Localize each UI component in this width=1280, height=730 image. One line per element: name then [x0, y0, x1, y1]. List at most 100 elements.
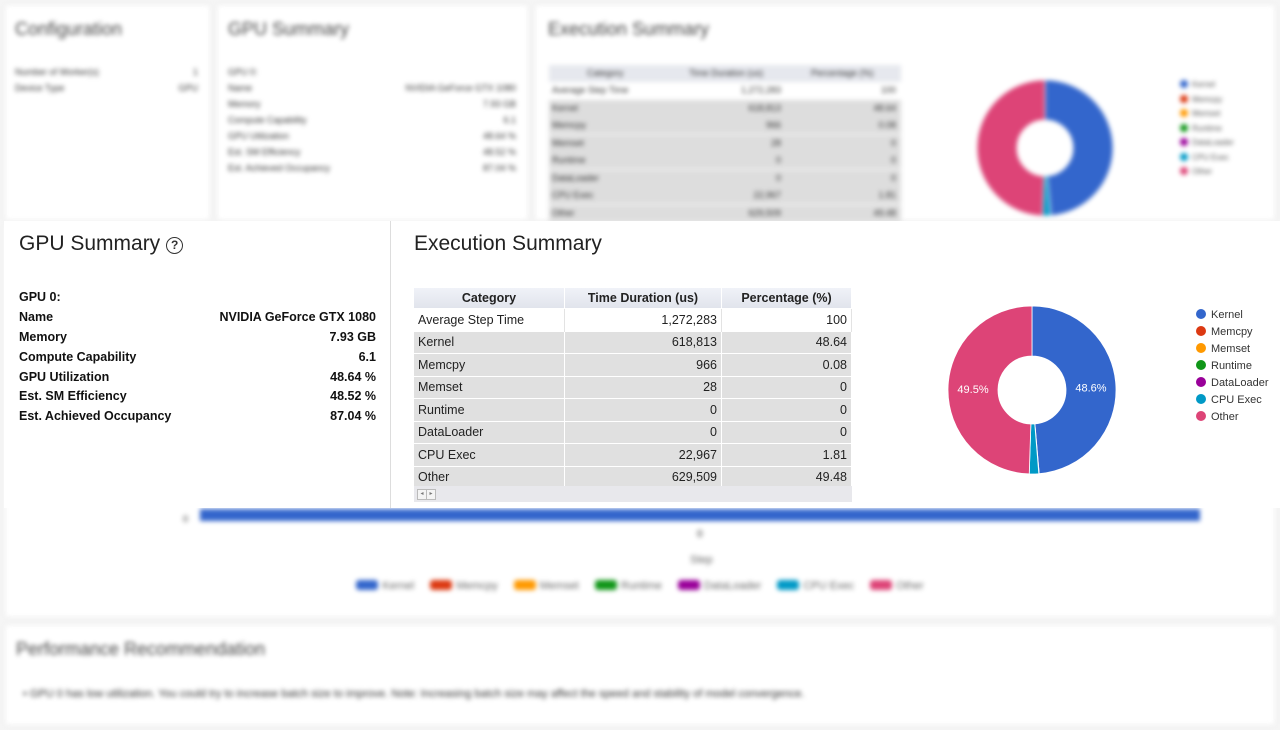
cell-percentage: 0	[721, 375, 852, 399]
cell-category: DataLoader	[414, 420, 565, 444]
bg-legend-label: DataLoader	[1192, 138, 1234, 147]
cell-percentage: 100	[721, 308, 852, 331]
bg-legend-item: Memcpy	[1180, 93, 1234, 108]
bg-legend-item: Memset	[1180, 107, 1234, 122]
legend-item-cpu-exec[interactable]: CPU Exec	[1196, 392, 1269, 409]
bg-table-header-cell: Time Duration (us)	[689, 68, 764, 78]
bg-table-cell: Average Step Time	[552, 85, 629, 95]
bg-table-row: Average Step Time 1,272,283 100	[549, 82, 901, 99]
gpu-info-row: Memory 7.93 GB	[19, 330, 376, 350]
bg-gpu-label: Name	[228, 83, 253, 93]
bg-table-cell: DataLoader	[552, 172, 600, 183]
cell-duration: 629,509	[564, 465, 722, 488]
bg-step-legend-label: CPU Exec	[803, 580, 855, 592]
cell-percentage: 48.64	[721, 330, 852, 354]
bg-table-row: DataLoader 0 0	[549, 169, 901, 187]
bg-legend-item: CPU Exec	[1180, 151, 1234, 166]
cell-duration: 0	[564, 398, 722, 421]
bg-table-cell: Memcpy	[552, 120, 587, 130]
bg-table-cell: 629,509	[748, 207, 781, 218]
bg-step-legend-label: Kernel	[382, 580, 415, 592]
bg-table-row: Memcpy 966 0.08	[549, 117, 901, 134]
bg-step-axis-zero: 0	[183, 514, 189, 524]
bg-legend-item: DataLoader	[1180, 136, 1234, 151]
legend-item-dataloader[interactable]: DataLoader	[1196, 375, 1269, 392]
cell-percentage: 49.48	[721, 465, 852, 488]
cell-category: Kernel	[414, 330, 565, 354]
bg-config-label: Number of Worker(s)	[15, 67, 99, 77]
bg-legend-label: Memset	[1192, 109, 1221, 118]
bg-exec-title: Execution Summary	[548, 19, 710, 39]
cell-duration: 28	[564, 375, 722, 399]
cell-percentage: 0	[721, 420, 852, 444]
bg-gpu-label: Est. Achieved Occupancy	[228, 163, 331, 173]
legend-item-other[interactable]: Other	[1196, 409, 1269, 426]
bg-table-cell: Kernel	[552, 102, 579, 113]
table-row[interactable]: Average Step Time 1,272,283 100	[414, 308, 852, 331]
bg-step-legend-label: Other	[896, 580, 924, 592]
gpu-summary-panel: GPU Summary? GPU 0: Name NVIDIA GeForce G…	[4, 221, 390, 508]
bg-step-legend-label: Memcpy	[456, 580, 498, 592]
bg-legend-item: Kernel	[1180, 78, 1234, 93]
bg-step-legend-label: DataLoader	[703, 580, 762, 592]
bg-table-cell: 100	[880, 85, 896, 95]
legend-item-memcpy[interactable]: Memcpy	[1196, 324, 1269, 341]
column-header-duration[interactable]: Time Duration (us)	[564, 288, 722, 309]
column-header-percentage[interactable]: Percentage (%)	[721, 288, 852, 309]
bg-slice-kernel	[1044, 79, 1114, 217]
bg-gpu-card: GPU Summary GPU 0: Name NVIDIA GeForce GTX…	[217, 5, 528, 220]
bg-table-header-cell: Category	[587, 68, 624, 78]
cell-category: Memcpy	[414, 353, 565, 376]
table-row[interactable]: CPU Exec 22,967 1.81	[414, 443, 852, 466]
gpu-info-value: NVIDIA GeForce GTX 1080	[219, 310, 376, 324]
table-row[interactable]: Other 629,509 49.48	[414, 465, 852, 488]
bg-legend-dot-icon	[1180, 152, 1188, 161]
table-row[interactable]: Kernel 618,813 48.64	[414, 330, 852, 354]
bg-gpu-value: 87.04 %	[482, 163, 516, 173]
slice-label-other: 49.5%	[957, 384, 988, 396]
gpu-heading: GPU 0:	[19, 290, 376, 310]
legend-label: Kernel	[1211, 309, 1243, 321]
execution-summary-title: Execution Summary	[414, 232, 602, 255]
table-row[interactable]: Memset 28 0	[414, 375, 852, 399]
bg-gpu-value: 48.64 %	[482, 131, 516, 141]
bg-step-legend-swatch-icon	[356, 580, 379, 590]
bg-gpu-value: 6.1	[503, 115, 516, 125]
bg-legend-dot-icon	[1180, 167, 1188, 175]
bg-config-value: 1	[192, 67, 198, 77]
table-row[interactable]: Runtime 0 0	[414, 398, 852, 421]
legend-item-runtime[interactable]: Runtime	[1196, 358, 1269, 375]
legend-label: CPU Exec	[1211, 394, 1262, 406]
bg-step-legend-label: Runtime	[620, 580, 662, 592]
legend-label: Runtime	[1211, 360, 1252, 372]
bg-legend-item: Other	[1180, 165, 1234, 180]
execution-summary-table: Category Time Duration (us) Percentage (…	[414, 288, 852, 488]
legend-item-kernel[interactable]: Kernel	[1196, 307, 1269, 324]
column-header-category[interactable]: Category	[414, 288, 565, 309]
table-row[interactable]: DataLoader 0 0	[414, 420, 852, 444]
question-circle-icon[interactable]: ?	[166, 237, 184, 254]
bg-table-row: CPU Exec 22,967 1.81	[549, 187, 901, 204]
table-row[interactable]: Memcpy 966 0.08	[414, 353, 852, 376]
legend-item-memset[interactable]: Memset	[1196, 341, 1269, 358]
table-body: Average Step Time 1,272,283 100 Kernel 618,8…	[414, 308, 852, 488]
bg-step-legend-swatch-icon	[594, 580, 617, 590]
bg-config-title: Configuration	[15, 19, 123, 39]
execution-donut-chart: 48.6% 49.5%	[947, 305, 1117, 475]
table-header-row: Category Time Duration (us) Percentage (…	[414, 288, 852, 309]
bg-legend-label: Other	[1192, 167, 1213, 176]
cell-percentage: 1.81	[721, 443, 852, 466]
bg-table-row: Other 629,509 49.48	[549, 204, 901, 222]
gpu-info-label: Est. SM Efficiency	[19, 389, 127, 403]
bg-table-cell: 618,813	[748, 102, 781, 113]
table-horizontal-scrollbar[interactable]: ◂ ▸	[414, 486, 852, 502]
scroll-right-arrow-icon[interactable]: ▸	[426, 489, 436, 500]
bg-table-cell: 22,967	[753, 190, 781, 200]
bg-legend-dot-icon	[1180, 94, 1188, 103]
bg-donut-legend: Kernel Memcpy Memset Runtime DataLoader CPU E…	[1180, 78, 1234, 180]
cell-category: Memset	[414, 375, 565, 399]
bg-legend-label: Kernel	[1192, 80, 1216, 89]
bg-table-cell: 0.08	[878, 120, 896, 130]
cell-duration: 22,967	[564, 443, 722, 466]
bg-gpu-label: Est. SM Efficiency	[228, 147, 301, 157]
